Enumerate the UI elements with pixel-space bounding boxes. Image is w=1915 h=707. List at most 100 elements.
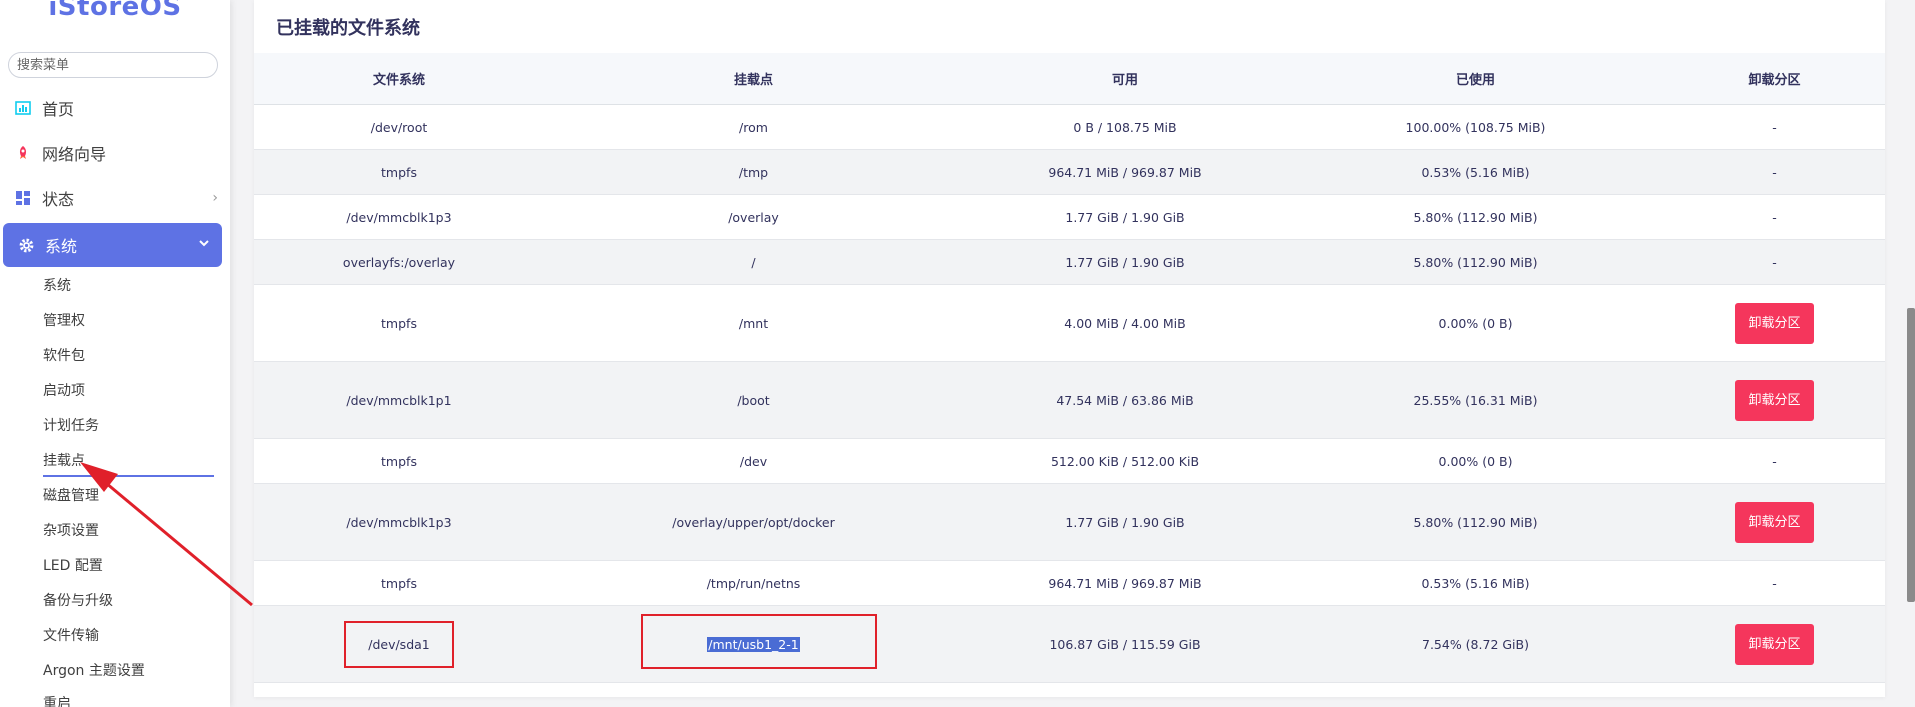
column-header-unmount: 卸载分区 <box>1664 53 1885 105</box>
cell-available: 1.77 GiB / 1.90 GiB <box>963 194 1287 240</box>
submenu-item-startup[interactable]: 启动项 <box>43 381 85 401</box>
cell-used: 0.53% (5.16 MiB) <box>1287 560 1664 606</box>
table-row: tmpfs /mnt 4.00 MiB / 4.00 MiB 0.00% (0 … <box>254 284 1885 362</box>
submenu-item-backup-upgrade[interactable]: 备份与升级 <box>43 591 113 611</box>
table-row: tmpfs /tmp 964.71 MiB / 969.87 MiB 0.53%… <box>254 149 1885 195</box>
mounted-filesystems-table: 文件系统 挂载点 可用 已使用 卸载分区 /dev/root /rom 0 B … <box>254 53 1885 683</box>
cell-used: 25.55% (16.31 MiB) <box>1287 361 1664 439</box>
table-row: /dev/mmcblk1p1 /boot 47.54 MiB / 63.86 M… <box>254 361 1885 439</box>
cell-action: - <box>1664 104 1885 150</box>
submenu-item-reboot[interactable]: 重启 <box>43 694 71 707</box>
cell-action: - <box>1664 149 1885 195</box>
submenu-item-admin[interactable]: 管理权 <box>43 311 85 331</box>
cell-used: 5.80% (112.90 MiB) <box>1287 239 1664 285</box>
cell-mount-point: /rom <box>544 104 963 150</box>
cell-mount-point: /tmp/run/netns <box>544 560 963 606</box>
table-row: overlayfs:/overlay / 1.77 GiB / 1.90 GiB… <box>254 239 1885 285</box>
scrollbar-thumb[interactable] <box>1907 308 1915 602</box>
table-row: tmpfs /tmp/run/netns 964.71 MiB / 969.87… <box>254 560 1885 606</box>
chevron-right-icon: › <box>212 190 218 206</box>
cell-mount-point: / <box>544 239 963 285</box>
submenu-item-scheduled-tasks[interactable]: 计划任务 <box>43 416 99 436</box>
cell-mount-point: /overlay <box>544 194 963 240</box>
submenu-item-system[interactable]: 系统 <box>43 276 71 296</box>
active-submenu-underline <box>43 475 214 477</box>
nav-item-label: 网络向导 <box>42 145 107 164</box>
cell-action: - <box>1664 239 1885 285</box>
unmount-button[interactable]: 卸载分区 <box>1735 501 1814 543</box>
table-row: /dev/mmcblk1p3 /overlay 1.77 GiB / 1.90 … <box>254 194 1885 240</box>
gear-icon <box>17 236 35 254</box>
cell-filesystem: /dev/mmcblk1p3 <box>254 194 544 240</box>
cell-filesystem: overlayfs:/overlay <box>254 239 544 285</box>
bar-chart-icon <box>14 99 32 117</box>
cell-used: 5.80% (112.90 MiB) <box>1287 194 1664 240</box>
section-title: 已挂载的文件系统 <box>276 18 420 39</box>
submenu-item-argon-theme[interactable]: Argon 主题设置 <box>43 661 145 681</box>
cell-filesystem: tmpfs <box>254 284 544 362</box>
submenu-item-misc-settings[interactable]: 杂项设置 <box>43 521 99 541</box>
cell-action: - <box>1664 438 1885 484</box>
chevron-down-icon <box>198 237 210 253</box>
nav-item-label: 系统 <box>45 237 78 256</box>
nav-item-status[interactable]: 状态 › <box>0 176 230 220</box>
column-header-used: 已使用 <box>1287 53 1664 105</box>
annotation-box-mount-point <box>641 614 877 669</box>
nav-item-label: 状态 <box>42 190 75 209</box>
cell-available: 4.00 MiB / 4.00 MiB <box>963 284 1287 362</box>
cell-available: 1.77 GiB / 1.90 GiB <box>963 483 1287 561</box>
cell-mount-point: /overlay/upper/opt/docker <box>544 483 963 561</box>
cell-action: - <box>1664 194 1885 240</box>
unmount-button[interactable]: 卸载分区 <box>1735 623 1814 665</box>
nav-item-label: 首页 <box>42 100 75 119</box>
cell-action: 卸载分区 <box>1664 605 1885 683</box>
submenu-item-disk-management[interactable]: 磁盘管理 <box>43 486 99 506</box>
rocket-icon <box>14 144 32 162</box>
cell-filesystem: /dev/root <box>254 104 544 150</box>
cell-available: 0 B / 108.75 MiB <box>963 104 1287 150</box>
unmount-button[interactable]: 卸载分区 <box>1735 302 1814 344</box>
cell-mount-point: /dev <box>544 438 963 484</box>
cell-mount-point: /mnt <box>544 284 963 362</box>
cell-used: 0.00% (0 B) <box>1287 438 1664 484</box>
cell-available: 47.54 MiB / 63.86 MiB <box>963 361 1287 439</box>
table-row: tmpfs /dev 512.00 KiB / 512.00 KiB 0.00%… <box>254 438 1885 484</box>
table-row: /dev/mmcblk1p3 /overlay/upper/opt/docker… <box>254 483 1885 561</box>
column-header-mount-point: 挂载点 <box>544 53 963 105</box>
nav-item-network-wizard[interactable]: 网络向导 <box>0 131 230 175</box>
cell-mount-point: /boot <box>544 361 963 439</box>
cell-used: 7.54% (8.72 GiB) <box>1287 605 1664 683</box>
cell-mount-point: /tmp <box>544 149 963 195</box>
unmount-button[interactable]: 卸载分区 <box>1735 379 1814 421</box>
dashboard-icon <box>14 189 32 207</box>
cell-action: 卸载分区 <box>1664 284 1885 362</box>
cell-filesystem: tmpfs <box>254 149 544 195</box>
annotation-box-filesystem <box>344 621 454 668</box>
nav-item-system[interactable]: 系统 <box>3 223 222 267</box>
submenu-item-packages[interactable]: 软件包 <box>43 346 85 366</box>
nav-item-home[interactable]: 首页 <box>0 86 230 130</box>
cell-filesystem: tmpfs <box>254 560 544 606</box>
cell-used: 5.80% (112.90 MiB) <box>1287 483 1664 561</box>
cell-action: 卸载分区 <box>1664 483 1885 561</box>
sidebar: iStoreOS 首页 网络向导 状态 › 系统 系统 管理权 软件包 启动项 … <box>0 0 230 707</box>
table-row: /dev/sda1 /mnt/usb1_2-1 106.87 GiB / 115… <box>254 605 1885 683</box>
cell-used: 100.00% (108.75 MiB) <box>1287 104 1664 150</box>
submenu-item-file-transfer[interactable]: 文件传输 <box>43 626 99 646</box>
cell-available: 512.00 KiB / 512.00 KiB <box>963 438 1287 484</box>
cell-filesystem: tmpfs <box>254 438 544 484</box>
cell-action: 卸载分区 <box>1664 361 1885 439</box>
column-header-filesystem: 文件系统 <box>254 53 544 105</box>
menu-search-input[interactable] <box>8 52 218 78</box>
table-row: /dev/root /rom 0 B / 108.75 MiB 100.00% … <box>254 104 1885 150</box>
cell-available: 1.77 GiB / 1.90 GiB <box>963 239 1287 285</box>
cell-available: 106.87 GiB / 115.59 GiB <box>963 605 1287 683</box>
app-logo: iStoreOS <box>48 0 182 22</box>
cell-available: 964.71 MiB / 969.87 MiB <box>963 560 1287 606</box>
column-header-available: 可用 <box>963 53 1287 105</box>
submenu-item-mount-points[interactable]: 挂载点 <box>43 451 85 471</box>
cell-filesystem: /dev/mmcblk1p3 <box>254 483 544 561</box>
cell-available: 964.71 MiB / 969.87 MiB <box>963 149 1287 195</box>
cell-filesystem: /dev/mmcblk1p1 <box>254 361 544 439</box>
submenu-item-led-config[interactable]: LED 配置 <box>43 556 103 576</box>
